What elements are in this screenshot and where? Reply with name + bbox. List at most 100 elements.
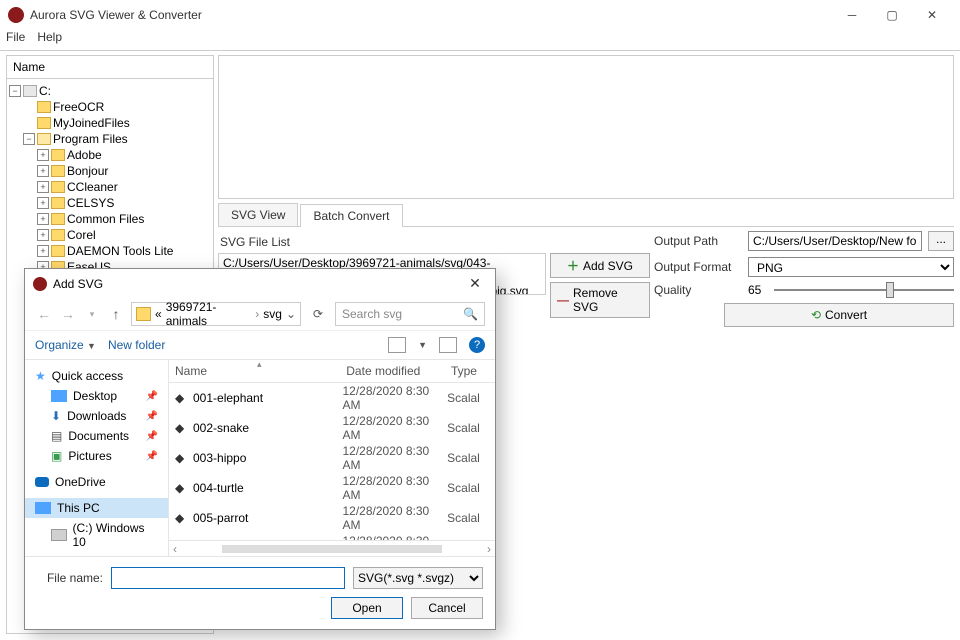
pin-icon: 📌 [146,391,158,402]
tree-node[interactable]: +CCleaner [9,179,211,195]
expand-icon[interactable]: + [37,181,49,193]
chevron-down-icon: ▼ [87,341,96,351]
pictures-icon: ▣ [51,449,62,463]
app-icon [33,277,47,291]
file-row[interactable]: ◆003-hippo12/28/2020 8:30 AMScalal [169,443,495,473]
search-icon: 🔍 [463,307,478,321]
expand-icon[interactable]: + [37,245,49,257]
file-list-area[interactable]: ◆001-elephant12/28/2020 8:30 AMScalal◆00… [169,383,495,540]
sidebar-item-pictures[interactable]: ▣Pictures📌 [25,446,168,466]
expand-icon[interactable]: + [37,165,49,177]
tree-node[interactable]: +DAEMON Tools Lite [9,243,211,259]
sidebar-item-onedrive[interactable]: OneDrive [25,472,168,492]
breadcrumb[interactable]: « 3969721-animals › svg ⌄ [131,302,301,326]
expand-icon[interactable]: + [37,149,49,161]
folder-icon [37,101,51,113]
file-name-input[interactable] [111,567,345,589]
view-mode-icon[interactable] [388,337,406,353]
file-row[interactable]: ◆005-parrot12/28/2020 8:30 AMScalal [169,503,495,533]
tree-node[interactable]: +Corel [9,227,211,243]
breadcrumb-segment[interactable]: svg [263,307,282,321]
sidebar-item-this-pc[interactable]: This PC [25,498,168,518]
menu-help[interactable]: Help [37,30,62,50]
pin-icon: 📌 [146,431,158,442]
search-input[interactable]: Search svg 🔍 [335,302,485,326]
plus-icon: ＋ [567,257,579,274]
col-type[interactable]: Type [451,364,489,378]
add-svg-button[interactable]: ＋Add SVG [550,253,650,278]
help-icon[interactable]: ? [469,337,485,353]
col-date[interactable]: Date modified [346,364,451,378]
file-row[interactable]: ◆002-snake12/28/2020 8:30 AMScalal [169,413,495,443]
tree-node[interactable]: +CELSYS [9,195,211,211]
file-row[interactable]: ◆006-panda12/28/2020 8:30 AMScalal [169,533,495,540]
expand-icon[interactable]: + [37,229,49,241]
window-title: Aurora SVG Viewer & Converter [30,8,832,22]
dialog-sidebar[interactable]: ★Quick access Desktop📌 ⬇Downloads📌 ▤Docu… [25,360,169,556]
refresh-icon[interactable]: ⟳ [307,307,329,321]
folder-icon [51,245,65,257]
tab-svg-view[interactable]: SVG View [218,203,298,226]
nav-dropdown-icon[interactable]: ▾ [83,309,101,320]
organize-menu[interactable]: Organize ▼ [35,338,96,352]
horizontal-scrollbar[interactable]: ‹› [169,540,495,556]
app-icon [8,7,24,23]
file-type-filter[interactable]: SVG(*.svg *.svgz) [353,567,483,589]
remove-svg-button[interactable]: —Remove SVG [550,282,650,318]
expand-icon[interactable]: + [37,197,49,209]
output-path-input[interactable] [748,231,922,251]
chevron-down-icon[interactable]: ⌄ [286,307,296,321]
tree-node-program-files[interactable]: −Program Files [9,131,211,147]
output-path-label: Output Path [654,234,742,248]
column-headers[interactable]: ▴ Name Date modified Type [169,360,495,383]
tabs: SVG View Batch Convert [218,203,954,227]
tab-batch-convert[interactable]: Batch Convert [300,204,402,227]
chevron-down-icon[interactable]: ▼ [418,340,427,350]
folder-icon [136,307,151,321]
quality-label: Quality [654,283,742,297]
pin-icon: 📌 [146,411,158,422]
file-row[interactable]: ◆004-turtle12/28/2020 8:30 AMScalal [169,473,495,503]
close-button[interactable]: ✕ [912,1,952,29]
chevron-right-icon: › [255,307,259,321]
tree-node[interactable]: +Adobe [9,147,211,163]
dialog-close-button[interactable]: ✕ [463,275,487,292]
sidebar-item-quick-access[interactable]: ★Quick access [25,366,168,386]
sidebar-item-downloads[interactable]: ⬇Downloads📌 [25,406,168,426]
tree-node[interactable]: FreeOCR [9,99,211,115]
folder-icon [51,213,65,225]
collapse-icon[interactable]: − [9,85,21,97]
file-list-label: SVG File List [218,231,546,253]
sidebar-item-desktop[interactable]: Desktop📌 [25,386,168,406]
tree-node[interactable]: +Bonjour [9,163,211,179]
tree-header[interactable]: Name [7,56,213,79]
nav-back-icon[interactable]: ← [35,306,53,322]
tree-node[interactable]: MyJoinedFiles [9,115,211,131]
preview-pane-icon[interactable] [439,337,457,353]
download-icon: ⬇ [51,409,61,423]
file-row[interactable]: ◆001-elephant12/28/2020 8:30 AMScalal [169,383,495,413]
pin-icon: 📌 [146,451,158,462]
menu-file[interactable]: File [6,30,25,50]
collapse-icon[interactable]: − [23,133,35,145]
sidebar-item-drive-c[interactable]: (C:) Windows 10 [25,518,168,552]
nav-up-icon[interactable]: ↑ [107,306,125,322]
browse-button[interactable]: ... [928,231,954,251]
breadcrumb-segment[interactable]: 3969721-animals [166,300,252,328]
output-format-select[interactable]: PNG [748,257,954,277]
nav-forward-icon[interactable]: → [59,306,77,322]
cancel-button[interactable]: Cancel [411,597,483,619]
convert-button[interactable]: ⟲Convert [724,303,954,327]
new-folder-button[interactable]: New folder [108,338,165,352]
minimize-button[interactable]: ─ [832,1,872,29]
expand-icon[interactable]: + [37,213,49,225]
folder-icon [51,229,65,241]
tree-node-root[interactable]: −C: [9,83,211,99]
maximize-button[interactable]: ▢ [872,1,912,29]
open-button[interactable]: Open [331,597,403,619]
quality-slider[interactable] [774,289,954,291]
sidebar-item-documents[interactable]: ▤Documents📌 [25,426,168,446]
tree-node[interactable]: +Common Files [9,211,211,227]
convert-icon: ⟲ [811,308,821,322]
folder-icon [37,117,51,129]
